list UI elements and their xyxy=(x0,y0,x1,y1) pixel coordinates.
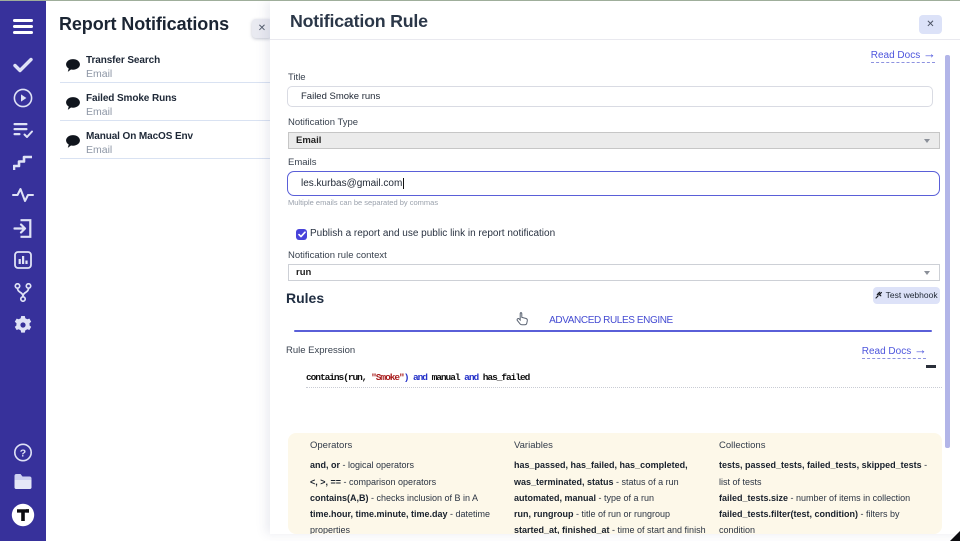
svg-text:?: ? xyxy=(20,447,26,459)
